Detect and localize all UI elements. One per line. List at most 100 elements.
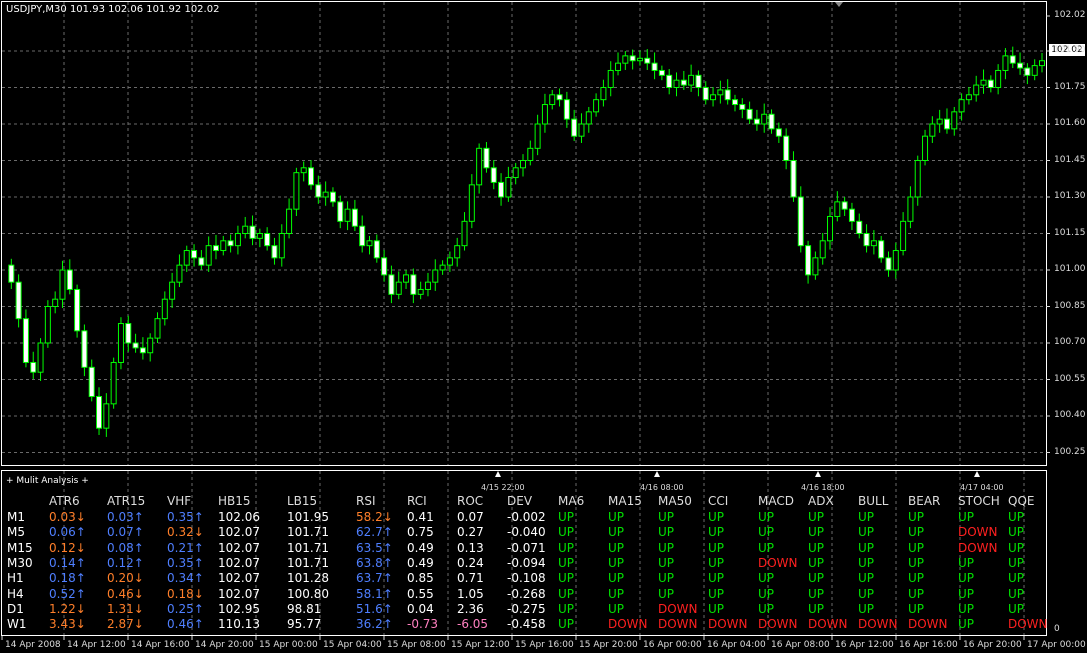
analysis-header-qqe: QQE (1008, 494, 1035, 508)
analysis-cell: 0.04 (407, 601, 434, 616)
timeframe-label: M30 (7, 555, 33, 570)
analysis-cell: 101.28 (287, 571, 329, 586)
candle-body (746, 108, 753, 120)
candle-body (22, 318, 29, 363)
candle-body (973, 84, 980, 96)
analysis-cell: UP (808, 586, 825, 601)
candle-body (1002, 55, 1009, 71)
time-axis-label: 16 Apr 08:00 (771, 640, 830, 650)
time-axis-label: 16 Apr 00:00 (643, 640, 702, 650)
time-axis-label: 15 Apr 16:00 (515, 640, 574, 650)
timeframe-label: H4 (7, 586, 24, 601)
candle-body (863, 233, 870, 247)
analysis-header-cci: CCI (708, 494, 729, 508)
candle-body (615, 62, 622, 71)
price-axis-label: 100.85 (1054, 300, 1086, 311)
analysis-cell: 102.07 (218, 540, 260, 555)
candle-body (943, 118, 950, 130)
analysis-cell: UP (808, 571, 825, 586)
analysis-cell: DOWN (908, 617, 948, 632)
analysis-cell: UP (908, 586, 925, 601)
analysis-header-bull: BULL (858, 494, 889, 508)
candle-body (271, 245, 278, 259)
analysis-cell: 0.24 (457, 555, 484, 570)
time-marker-label: 4/16 18:00 (801, 483, 845, 492)
analysis-cell: 63.5↑ (356, 540, 393, 555)
candle-body (922, 135, 929, 162)
candle-body (344, 208, 351, 222)
candle-body (468, 184, 475, 222)
analysis-header-ma6: MA6 (558, 494, 585, 508)
analysis-cell: DOWN (658, 617, 698, 632)
candle-body (936, 118, 943, 125)
candle-body (812, 257, 819, 276)
candle-body (461, 220, 468, 247)
candle-body (490, 167, 497, 183)
analysis-cell: UP (908, 601, 925, 616)
candle-body (44, 306, 51, 344)
candle-body (995, 69, 1002, 88)
analysis-cell: UP (608, 540, 625, 555)
time-axis-label: 15 Apr 08:00 (387, 640, 446, 650)
analysis-cell: UP (608, 510, 625, 524)
candle-body (951, 111, 958, 130)
analysis-cell: 2.87↓ (107, 617, 144, 632)
timeframe-label: M5 (7, 525, 25, 540)
analysis-cell: 0.41 (407, 510, 434, 524)
analysis-cell: UP (558, 510, 575, 524)
candle-body (132, 342, 139, 349)
candle-body (242, 225, 249, 234)
analysis-cell: 58.2↓ (356, 510, 393, 524)
candle-body (578, 123, 585, 137)
candle-body (549, 94, 556, 106)
candle-body (161, 298, 168, 320)
candle-body (183, 250, 190, 266)
analysis-cell: UP (558, 617, 575, 632)
candle-body (476, 147, 483, 186)
analysis-cell: UP (808, 525, 825, 540)
candle-body (702, 87, 709, 101)
candle-body (739, 104, 746, 110)
analysis-cell: 102.07 (218, 525, 260, 540)
candle-body (417, 288, 424, 295)
analysis-cell: UP (758, 540, 775, 555)
candle-body (790, 160, 797, 198)
analysis-cell: DOWN (808, 617, 848, 632)
candle-body (191, 250, 198, 259)
candle-body (37, 342, 44, 373)
candle-body (388, 274, 395, 295)
candle-body (563, 99, 570, 120)
candle-body (264, 233, 271, 247)
analysis-cell: UP (758, 586, 775, 601)
analysis-cell: -0.040 (507, 525, 546, 540)
analysis-cell: UP (708, 525, 725, 540)
analysis-cell: DOWN (758, 617, 798, 632)
timeframe-label: D1 (7, 601, 24, 616)
candle-body (220, 240, 227, 252)
analysis-cell: 0.27 (457, 525, 484, 540)
mt4-chart-window: { "window": { "title": "USDJPY,M30 101.9… (0, 0, 1087, 653)
candle-body (805, 245, 812, 276)
analysis-cell: 1.31↓ (107, 601, 144, 616)
analysis-header-bear: BEAR (908, 494, 941, 508)
analysis-header-atr15: ATR15 (107, 494, 146, 508)
timeframe-label: W1 (7, 617, 27, 632)
candle-body (278, 233, 285, 259)
analysis-cell: UP (758, 525, 775, 540)
candle-body (1031, 65, 1038, 76)
analysis-cell: -0.071 (507, 540, 546, 555)
analysis-cell: -0.108 (507, 571, 546, 586)
analysis-cell: UP (958, 586, 975, 601)
candle-body (308, 167, 315, 186)
price-axis-label: 101.75 (1054, 81, 1086, 92)
candle-body (176, 264, 183, 283)
candle-body (534, 123, 541, 149)
analysis-cell: 0.71 (457, 571, 484, 586)
candle-body (710, 94, 717, 101)
candle-body (541, 104, 548, 125)
price-axis-label: 101.60 (1054, 118, 1086, 128)
analysis-header-ma15: MA15 (608, 494, 642, 508)
candle-body (329, 191, 336, 203)
analysis-cell: UP (558, 555, 575, 570)
candle-body (139, 347, 146, 354)
